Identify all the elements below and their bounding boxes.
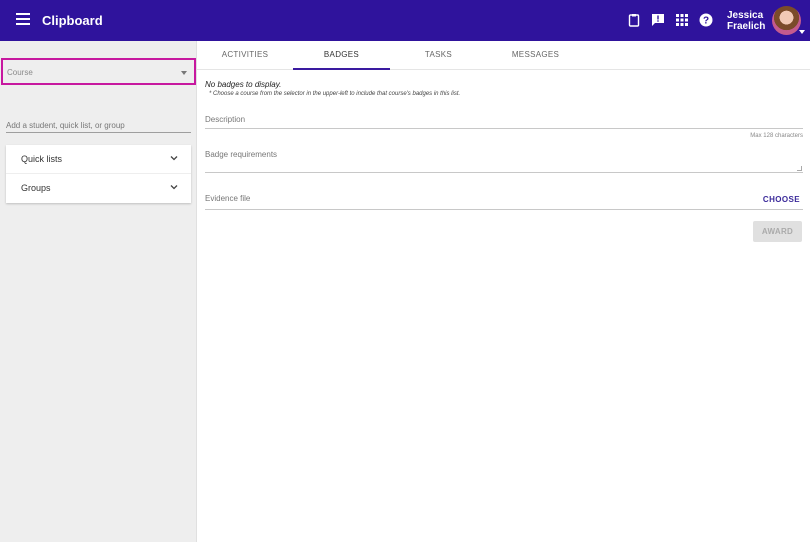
description-field[interactable]: Description [205,115,803,129]
svg-text:?: ? [703,16,709,27]
app-title: Clipboard [42,13,103,28]
user-name[interactable]: Jessica Fraelich [727,10,765,32]
groups-label: Groups [21,183,51,193]
tab-tasks[interactable]: TASKS [390,41,487,70]
max-characters-note: Max 128 characters [750,133,803,139]
badge-requirements-field[interactable]: Badge requirements [205,150,803,173]
chevron-down-icon [170,185,178,190]
choose-file-button[interactable]: CHOOSE [763,195,800,204]
evidence-file-label: Evidence file [205,194,251,203]
user-first-name: Jessica [727,10,764,21]
tab-activities[interactable]: ACTIVITIES [197,41,293,70]
user-last-name: Fraelich [727,21,766,32]
award-button[interactable]: AWARD [753,221,802,242]
evidence-file-field[interactable]: Evidence file [205,194,803,210]
expansion-panels: Quick lists Groups [6,145,191,203]
empty-state-message: No badges to display. [205,80,282,89]
apps-grid-icon[interactable] [675,13,689,27]
badges-content: No badges to display. * Choose a course … [197,70,810,542]
course-select[interactable]: Course [1,58,196,85]
course-hint: * Choose a course from the selector in t… [209,91,461,97]
tab-bar: ACTIVITIES BADGES TASKS MESSAGES [197,41,810,70]
course-select-label: Course [7,68,33,77]
account-caret-icon[interactable] [799,30,805,34]
badge-requirements-label: Badge requirements [205,150,278,159]
student-search-input[interactable] [6,118,191,133]
feedback-icon[interactable] [651,13,665,27]
quick-lists-panel[interactable]: Quick lists [6,145,191,174]
tab-messages[interactable]: MESSAGES [487,41,584,70]
help-icon[interactable]: ? [699,13,713,27]
tab-badges[interactable]: BADGES [293,41,390,70]
sidebar: Course Quick lists Groups [0,41,197,542]
description-label: Description [205,115,246,124]
dropdown-arrow-icon [181,71,187,75]
resize-handle-icon[interactable] [797,166,802,171]
groups-panel[interactable]: Groups [6,174,191,203]
quick-lists-label: Quick lists [21,154,63,164]
app-bar: Clipboard ? Jessica Fraelich [0,0,810,41]
chevron-down-icon [170,156,178,161]
avatar[interactable] [772,6,801,35]
menu-icon[interactable] [16,13,30,27]
clipboard-icon[interactable] [627,13,641,27]
